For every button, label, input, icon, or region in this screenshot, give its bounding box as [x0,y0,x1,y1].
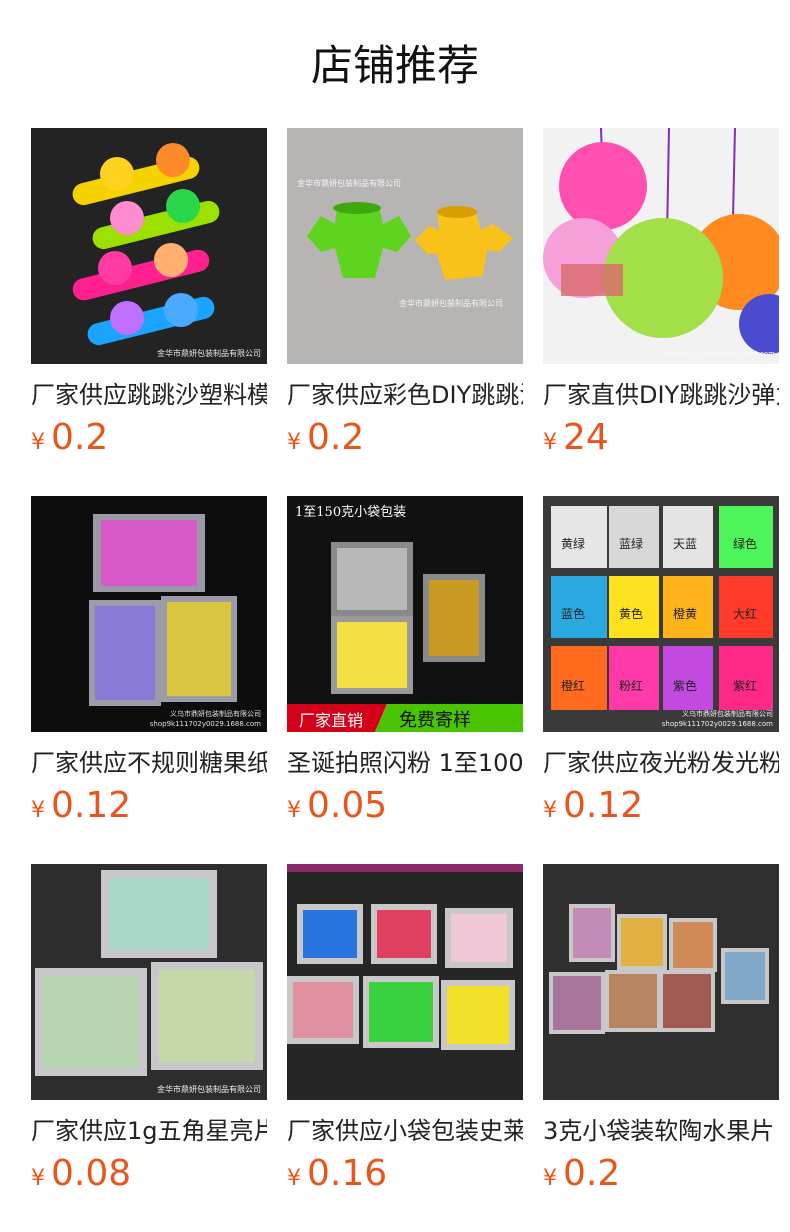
product-image[interactable] [543,864,779,1100]
packet-label: 大红 [733,606,757,621]
product-name[interactable]: 厂家供应不规则糖果纸 [31,746,267,780]
currency-symbol: ¥ [31,430,45,455]
price-value: 0.08 [51,1153,132,1194]
product-image[interactable]: 义乌市鼎妍包装制品有限公司 shop9k111702y0029.1688.com [31,496,267,732]
product-name[interactable]: 厂家供应小袋包装史莱姆 [287,1114,523,1148]
watermark-secondary: shop9k111702y0029.1688.com [150,720,261,728]
price-value: 0.12 [51,785,132,826]
watermark: 义乌市鼎妍包装制品有限公司 [170,709,261,718]
packet-label: 黄绿 [561,536,585,551]
product-price: ¥0.16 [287,1152,387,1196]
product-image-bouncy-balls: shop9k111702y0029.1688.com [543,128,779,364]
product-price: ¥0.05 [287,784,387,828]
product-price: ¥0.2 [543,1152,620,1196]
watermark-secondary: 金华市鼎妍包装制品有限公司 [399,298,503,308]
watermark: 金华市鼎妍包装制品有限公司 [297,178,401,188]
image-top-text: 1至150克小袋包装 [295,505,406,520]
product-name[interactable]: 厂家供应跳跳沙塑料模具 [31,378,267,412]
page-title: 店铺推荐 [310,41,479,90]
packet-label: 橙黄 [673,606,697,621]
product-name[interactable]: 厂家供应夜光粉发光粉 [543,746,779,780]
product-image[interactable]: 金华市鼎妍包装制品有限公司 金华市鼎妍包装制品有限公司 [287,128,523,364]
product-image[interactable]: 金华市鼎妍包装制品有限公司 [31,864,267,1100]
watermark-secondary: shop9k111702y0029.1688.com [662,720,773,728]
watermark: 金华市鼎妍包装制品有限公司 [157,348,261,358]
packet-label: 橙红 [561,678,585,693]
banner-left-text: 厂家直销 [299,711,363,730]
price-value: 0.12 [563,785,644,826]
packet-label: 紫色 [673,679,697,693]
currency-symbol: ¥ [287,430,301,455]
packet-label: 黄色 [619,607,643,621]
price-value: 0.2 [51,417,109,458]
product-name[interactable]: 厂家供应1g五角星亮片 [31,1114,267,1148]
price-value: 0.2 [307,417,365,458]
currency-symbol: ¥ [31,1166,45,1191]
recommend-page: 店铺推荐 金华市鼎妍包装制品有限公司 厂家供应跳跳沙塑料模 ¥ 0.2 金华市鼎… [0,0,790,1232]
product-price: ¥24 [543,416,609,460]
product-name[interactable]: 厂家直供DIY跳跳沙弹力球 [543,378,779,412]
product-price: ¥0.12 [31,784,131,828]
product-image-mold-strips: 金华市鼎妍包装制品有限公司 [31,128,267,364]
currency-symbol: ¥ [543,798,557,823]
product-name[interactable]: 厂家供应彩色DIY跳跳沙模具 [287,378,523,412]
watermark: shop9k111702y0029.1688.com [664,350,775,358]
watermark: 金华市鼎妍包装制品有限公司 [157,1084,261,1094]
currency-symbol: ¥ [543,430,557,455]
product-image-ball-molds: 金华市鼎妍包装制品有限公司 金华市鼎妍包装制品有限公司 [287,128,523,364]
banner-right-text: 免费寄样 [399,710,471,731]
currency-symbol: ¥ [543,1166,557,1191]
price-value: 0.05 [307,785,388,826]
product-image[interactable] [287,864,523,1100]
currency-symbol: ¥ [31,798,45,823]
product-image-fruit-slices [543,864,779,1100]
product-image-glitter-packs: 1至150克小袋包装 厂家直销 免费寄样 [287,496,523,732]
product-image-glow-powder-grid: 黄绿 蓝绿 天蓝 绿色 蓝色 黄色 橙黄 大红 橙红 粉红 紫色 紫红 义乌市鼎… [543,496,779,732]
price-value: 0.16 [307,1153,388,1194]
product-image-star-sequins: 金华市鼎妍包装制品有限公司 [31,864,267,1100]
packet-label: 蓝色 [561,607,585,621]
currency-symbol: ¥ [287,798,301,823]
packet-label: 天蓝 [673,537,697,551]
product-image[interactable]: shop9k111702y0029.1688.com [543,128,779,364]
product-price: ¥0.08 [31,1152,131,1196]
product-name[interactable]: 3克小袋装软陶水果片 [543,1114,779,1148]
price-value: 0.2 [563,1153,621,1194]
product-image[interactable]: 黄绿 蓝绿 天蓝 绿色 蓝色 黄色 橙黄 大红 橙红 粉红 紫色 紫红 义乌市鼎… [543,496,779,732]
product-name[interactable]: 圣诞拍照闪粉 1至100克 [287,746,523,780]
product-price: ¥0.2 [31,416,108,460]
product-price: ¥0.12 [543,784,643,828]
packet-label: 紫红 [733,678,757,693]
currency-symbol: ¥ [287,1166,301,1191]
packet-label: 绿色 [733,536,757,551]
product-image[interactable]: 金华市鼎妍包装制品有限公司 [31,128,267,364]
product-price: ¥0.2 [287,416,364,460]
product-image-candy-packs: 义乌市鼎妍包装制品有限公司 shop9k111702y0029.1688.com [31,496,267,732]
packet-label: 粉红 [619,678,643,693]
watermark: 义乌市鼎妍包装制品有限公司 [682,709,773,718]
packet-label: 蓝绿 [619,536,643,551]
price-value: 24 [563,417,609,458]
product-image[interactable]: 1至150克小袋包装 厂家直销 免费寄样 [287,496,523,732]
product-image-bead-packs [287,864,523,1100]
